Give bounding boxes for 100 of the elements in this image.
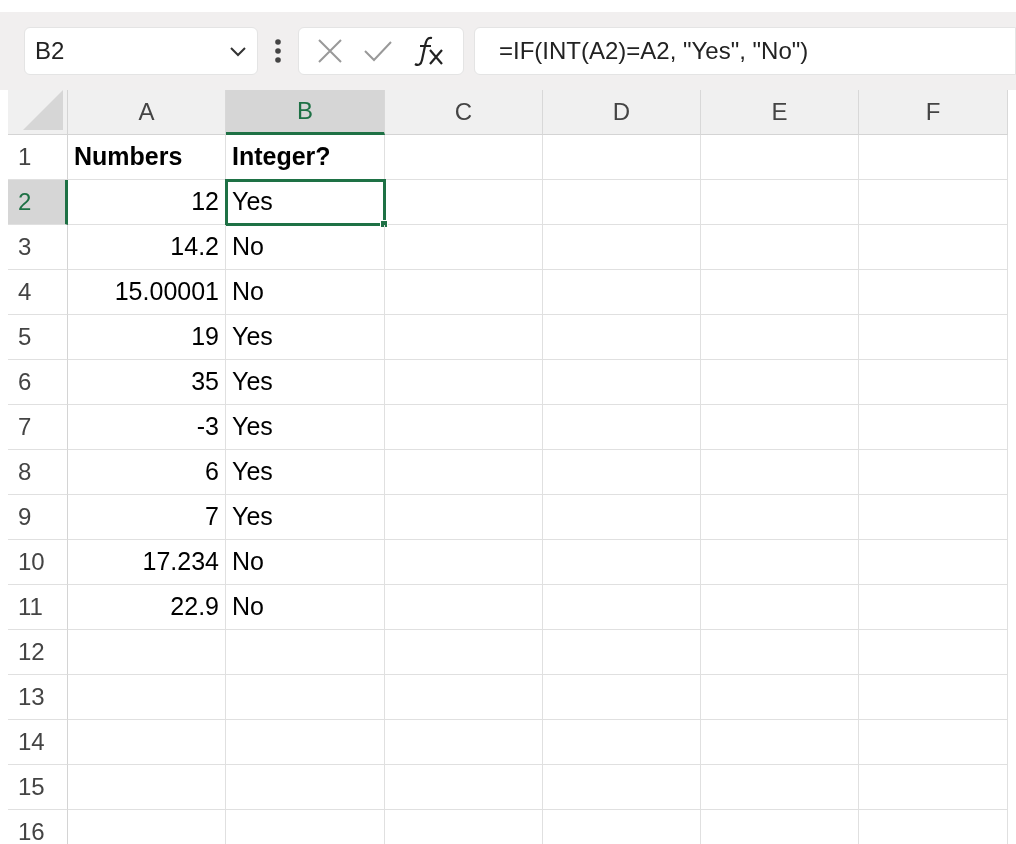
- table-cell[interactable]: [701, 585, 859, 630]
- table-cell[interactable]: [543, 450, 701, 495]
- table-cell[interactable]: [701, 450, 859, 495]
- table-cell[interactable]: [701, 135, 859, 180]
- table-cell[interactable]: [701, 630, 859, 675]
- table-cell[interactable]: [385, 315, 543, 360]
- table-cell[interactable]: 12: [68, 180, 226, 225]
- row-header[interactable]: 14: [8, 720, 68, 765]
- table-cell[interactable]: Yes: [226, 180, 385, 225]
- table-cell[interactable]: [543, 540, 701, 585]
- table-cell[interactable]: [859, 675, 1008, 720]
- table-cell[interactable]: [543, 765, 701, 810]
- table-cell[interactable]: [859, 585, 1008, 630]
- more-options-icon[interactable]: [274, 38, 282, 64]
- table-cell[interactable]: [859, 315, 1008, 360]
- table-cell[interactable]: [543, 180, 701, 225]
- table-cell[interactable]: [543, 135, 701, 180]
- table-cell[interactable]: Yes: [226, 405, 385, 450]
- table-cell[interactable]: Yes: [226, 360, 385, 405]
- column-header[interactable]: E: [701, 90, 859, 135]
- table-cell[interactable]: [68, 765, 226, 810]
- table-cell[interactable]: [385, 405, 543, 450]
- table-cell[interactable]: 15.00001: [68, 270, 226, 315]
- close-icon[interactable]: [316, 37, 345, 65]
- table-cell[interactable]: [701, 675, 859, 720]
- table-cell[interactable]: [701, 495, 859, 540]
- table-cell[interactable]: [385, 180, 543, 225]
- column-header[interactable]: D: [543, 90, 701, 135]
- table-cell[interactable]: 19: [68, 315, 226, 360]
- table-cell[interactable]: [68, 675, 226, 720]
- table-cell[interactable]: 35: [68, 360, 226, 405]
- table-cell[interactable]: [859, 405, 1008, 450]
- row-header[interactable]: 11: [8, 585, 68, 630]
- table-cell[interactable]: [543, 720, 701, 765]
- table-cell[interactable]: [859, 630, 1008, 675]
- table-cell[interactable]: 22.9: [68, 585, 226, 630]
- table-cell[interactable]: [543, 585, 701, 630]
- table-cell[interactable]: [543, 360, 701, 405]
- row-header[interactable]: 7: [8, 405, 68, 450]
- table-cell[interactable]: [385, 495, 543, 540]
- table-cell[interactable]: [859, 450, 1008, 495]
- column-header[interactable]: C: [385, 90, 543, 135]
- column-header[interactable]: A: [68, 90, 226, 135]
- table-cell[interactable]: [701, 765, 859, 810]
- table-cell[interactable]: [543, 225, 701, 270]
- row-header[interactable]: 6: [8, 360, 68, 405]
- table-cell[interactable]: [385, 540, 543, 585]
- table-cell[interactable]: Numbers: [68, 135, 226, 180]
- table-cell[interactable]: No: [226, 585, 385, 630]
- table-cell[interactable]: Yes: [226, 450, 385, 495]
- table-cell[interactable]: [543, 675, 701, 720]
- table-cell[interactable]: [385, 360, 543, 405]
- table-cell[interactable]: [68, 720, 226, 765]
- table-cell[interactable]: Yes: [226, 315, 385, 360]
- table-cell[interactable]: 17.234: [68, 540, 226, 585]
- table-cell[interactable]: [859, 495, 1008, 540]
- row-header[interactable]: 12: [8, 630, 68, 675]
- table-cell[interactable]: [701, 405, 859, 450]
- row-header[interactable]: 9: [8, 495, 68, 540]
- row-header[interactable]: 13: [8, 675, 68, 720]
- row-header[interactable]: 3: [8, 225, 68, 270]
- table-cell[interactable]: [701, 360, 859, 405]
- column-header[interactable]: F: [859, 90, 1008, 135]
- table-cell[interactable]: [701, 225, 859, 270]
- table-cell[interactable]: -3: [68, 405, 226, 450]
- table-cell[interactable]: [859, 720, 1008, 765]
- table-cell[interactable]: [543, 315, 701, 360]
- table-cell[interactable]: [859, 270, 1008, 315]
- table-cell[interactable]: [385, 270, 543, 315]
- table-cell[interactable]: [859, 765, 1008, 810]
- table-cell[interactable]: [701, 720, 859, 765]
- table-cell[interactable]: No: [226, 540, 385, 585]
- table-cell[interactable]: [859, 225, 1008, 270]
- table-cell[interactable]: [859, 540, 1008, 585]
- table-cell[interactable]: [859, 135, 1008, 180]
- column-header[interactable]: B: [226, 90, 385, 135]
- table-cell[interactable]: [701, 180, 859, 225]
- table-cell[interactable]: [701, 540, 859, 585]
- checkmark-icon[interactable]: [363, 39, 393, 63]
- name-box[interactable]: B2: [24, 27, 258, 75]
- table-cell[interactable]: [68, 630, 226, 675]
- table-cell[interactable]: [385, 225, 543, 270]
- row-header[interactable]: 5: [8, 315, 68, 360]
- table-cell[interactable]: [543, 630, 701, 675]
- row-header[interactable]: 8: [8, 450, 68, 495]
- select-all-button[interactable]: [8, 90, 68, 135]
- table-cell[interactable]: [385, 765, 543, 810]
- row-header[interactable]: 1: [8, 135, 68, 180]
- table-cell[interactable]: [226, 765, 385, 810]
- formula-bar[interactable]: =IF(INT(A2)=A2, "Yes", "No"): [474, 27, 1016, 75]
- table-cell[interactable]: 14.2: [68, 225, 226, 270]
- row-header[interactable]: 2: [8, 180, 68, 225]
- table-cell[interactable]: [385, 585, 543, 630]
- row-header[interactable]: 10: [8, 540, 68, 585]
- table-cell[interactable]: [859, 180, 1008, 225]
- row-header[interactable]: 4: [8, 270, 68, 315]
- table-cell[interactable]: Yes: [226, 495, 385, 540]
- table-cell[interactable]: [385, 450, 543, 495]
- table-cell[interactable]: [543, 405, 701, 450]
- row-header[interactable]: 15: [8, 765, 68, 810]
